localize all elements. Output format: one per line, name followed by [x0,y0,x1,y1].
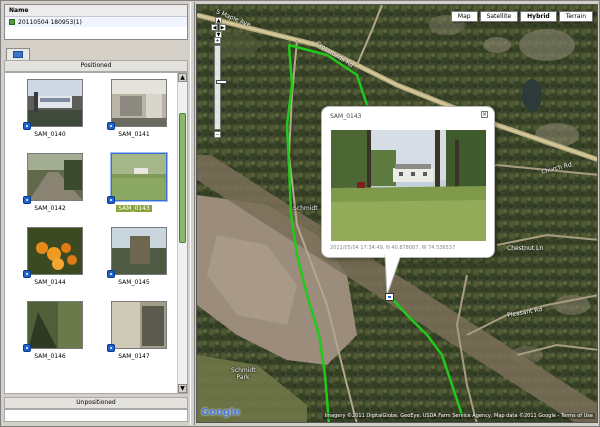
popup-photo[interactable] [331,130,486,241]
thumbnail-item[interactable]: SAM_0144 [11,225,89,291]
map-attribution[interactable]: Imagery ©2011 DigitalGlobe, GeoEye, USDA… [322,413,595,419]
thumbnail-scrollbar[interactable]: ▲ ▼ [177,73,187,393]
folder-icon [9,19,15,25]
unpositioned-list[interactable] [4,409,188,422]
map-type-terrain-button[interactable]: Terrain [558,11,593,22]
place-label: Schmidt [293,205,318,212]
panel-splitter[interactable] [190,2,195,425]
folder-tree[interactable]: Name 20110504 180953(1) [4,4,188,40]
zoom-out-icon[interactable]: − [214,131,221,138]
thumbnail-label: SAM_0147 [118,353,150,360]
thumbnail-label: SAM_0142 [34,205,66,212]
thumbnail-photo[interactable] [111,227,167,275]
thumbnail-label: SAM_0146 [34,353,66,360]
map-type-hybrid-button[interactable]: Hybrid [520,11,557,22]
thumbnail-label: SAM_0141 [118,131,150,138]
popup-meta: 2011/05/04 17:34:49, N 40.878087, W 74.5… [330,245,456,251]
thumbnail-label: SAM_0145 [118,279,150,286]
google-logo: Google [201,407,241,418]
tree-item-label: 20110504 180953(1) [18,18,82,26]
thumbnail-photo[interactable] [111,153,167,201]
geotag-icon [23,344,31,352]
thumbnail-item[interactable]: SAM_0147 [95,299,173,365]
road-label: Chestnut Ln [507,245,544,252]
geotag-icon [107,122,115,130]
tree-header: Name [5,5,187,17]
pan-left-icon[interactable]: ◀ [211,24,218,31]
thumbnail-photo[interactable] [27,301,83,349]
positioned-thumbnail-list[interactable]: SAM_0140 SAM_0141 SAM_0142 SAM_0143 SAM_… [4,72,188,394]
geotag-icon [107,344,115,352]
pan-right-icon[interactable]: ▶ [219,24,226,31]
scroll-thumb[interactable] [179,113,186,243]
map-type-switcher: Map Satellite Hybrid Terrain [450,11,593,22]
thumbnail-item[interactable]: SAM_0142 [11,151,89,217]
tree-item[interactable]: 20110504 180953(1) [5,17,187,27]
positioned-header[interactable]: Positioned [4,60,188,72]
geotag-icon [23,196,31,204]
thumbnail-photo[interactable] [27,227,83,275]
scroll-up-icon[interactable]: ▲ [178,73,187,82]
geotag-icon [23,122,31,130]
photo-info-window[interactable]: SAM_0143 × 2011/05/04 17:34:49, N 40.878… [321,106,495,258]
thumbnail-item-selected[interactable]: SAM_0143 [95,151,173,217]
thumbnail-photo[interactable] [27,79,83,127]
close-icon[interactable]: × [481,111,488,118]
scroll-down-icon[interactable]: ▼ [178,384,187,393]
zoom-pan-control: ▲ ◀ ▶ ▼ + − [211,17,227,147]
thumbnail-label: SAM_0143 [116,205,152,212]
photo-marker-icon[interactable] [385,293,394,301]
thumbnail-photo[interactable] [111,79,167,127]
zoom-slider-handle[interactable] [216,80,227,84]
thumbnail-item[interactable]: SAM_0141 [95,77,173,143]
thumbnail-label: SAM_0144 [34,279,66,286]
thumbnail-photo[interactable] [111,301,167,349]
thumbnail-item[interactable]: SAM_0146 [11,299,89,365]
popup-title: SAM_0143 [330,113,362,120]
image-tab[interactable] [6,48,30,60]
thumbnail-label: SAM_0140 [34,131,66,138]
thumbnail-item[interactable]: SAM_0140 [11,77,89,143]
geotag-icon [107,270,115,278]
zoom-in-icon[interactable]: + [214,37,221,44]
unpositioned-header[interactable]: Unpositioned [4,397,188,409]
pan-up-icon[interactable]: ▲ [215,17,222,24]
park-label: Schmidt Park [231,367,256,381]
popup-tail [384,255,402,296]
map-type-map-button[interactable]: Map [450,11,478,22]
map-type-satellite-button[interactable]: Satellite [479,11,519,22]
thumbnail-photo[interactable] [27,153,83,201]
left-panel: Name 20110504 180953(1) Positioned SAM_0… [2,2,190,425]
image-tab-icon [13,51,23,58]
zoom-slider[interactable] [214,45,227,130]
thumbnail-item[interactable]: SAM_0145 [95,225,173,291]
geotag-icon [23,270,31,278]
geotag-icon [107,196,115,204]
map-view[interactable]: Map Satellite Hybrid Terrain ▲ ◀ ▶ ▼ + −… [196,4,598,423]
